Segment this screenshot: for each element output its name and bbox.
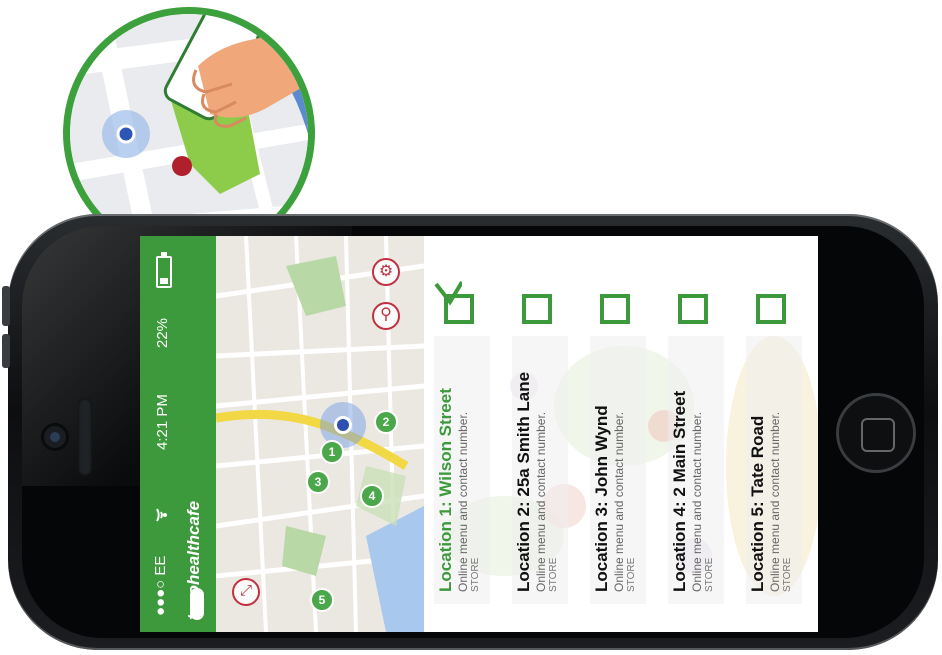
map-marker-4[interactable]: 4 (360, 484, 384, 508)
volume-button-lower (2, 334, 10, 368)
carrier-signal: ●●●○ EE (152, 555, 169, 616)
location-5-store: STORE (782, 557, 793, 592)
location-list: Location 1: Wilson Street Online menu an… (424, 236, 818, 632)
location-2-subtitle: Online menu and contact number. (534, 411, 548, 592)
map-marker-1[interactable]: 1 (320, 440, 344, 464)
map-graphic (216, 236, 424, 632)
location-2-store: STORE (548, 557, 559, 592)
battery-percentage: 22% (154, 317, 171, 348)
location-3-checkbox[interactable] (600, 294, 630, 324)
my-location-dot (116, 124, 136, 144)
location-4-checkbox[interactable] (678, 294, 708, 324)
check-mark-icon (434, 280, 462, 306)
front-camera-icon (44, 426, 66, 448)
current-location-dot (334, 416, 352, 434)
battery-icon (156, 252, 172, 288)
location-3-title[interactable]: Location 3: John Wynd (592, 405, 612, 592)
status-bar: 22% 4:21 PM ●●●○ EE tacohealthcafe (140, 236, 216, 632)
location-3-store: STORE (626, 557, 637, 592)
location-1-subtitle: Online menu and contact number. (456, 411, 470, 592)
home-button[interactable] (836, 393, 916, 473)
clock-time: 4:21 PM (154, 394, 171, 450)
location-4-title[interactable]: Location 4: 2 Main Street (670, 391, 690, 592)
wifi-icon (154, 506, 172, 524)
map-marker-2[interactable]: 2 (374, 410, 398, 434)
location-4-store: STORE (704, 557, 715, 592)
map-marker-5[interactable]: 5 (310, 588, 334, 612)
location-5-title[interactable]: Location 5: Tate Road (748, 416, 768, 592)
location-5-subtitle: Online menu and contact number. (768, 411, 782, 592)
destination-pin-icon (172, 156, 192, 176)
location-1-title[interactable]: Location 1: Wilson Street (436, 388, 456, 592)
map-marker-3[interactable]: 3 (306, 470, 330, 494)
location-1-store: STORE (470, 557, 481, 592)
store-map[interactable]: ⚙ ⚲ ⤢ 1 2 3 4 5 (216, 236, 424, 632)
earpiece-speaker (78, 398, 92, 476)
expand-map-button[interactable]: ⤢ (232, 578, 260, 606)
location-3-subtitle: Online menu and contact number. (612, 411, 626, 592)
locate-button[interactable]: ⚲ (372, 302, 400, 330)
location-5-checkbox[interactable] (756, 294, 786, 324)
app-screen: 22% 4:21 PM ●●●○ EE tacohealthcafe ⚙ ⚲ ⤢… (140, 236, 818, 632)
logo-badge-icon (190, 588, 204, 620)
location-2-checkbox[interactable] (522, 294, 552, 324)
volume-button (2, 286, 10, 326)
settings-gear-button[interactable]: ⚙ (372, 258, 400, 286)
location-4-subtitle: Online menu and contact number. (690, 411, 704, 592)
location-2-title[interactable]: Location 2: 25a Smith Lane (514, 372, 534, 592)
